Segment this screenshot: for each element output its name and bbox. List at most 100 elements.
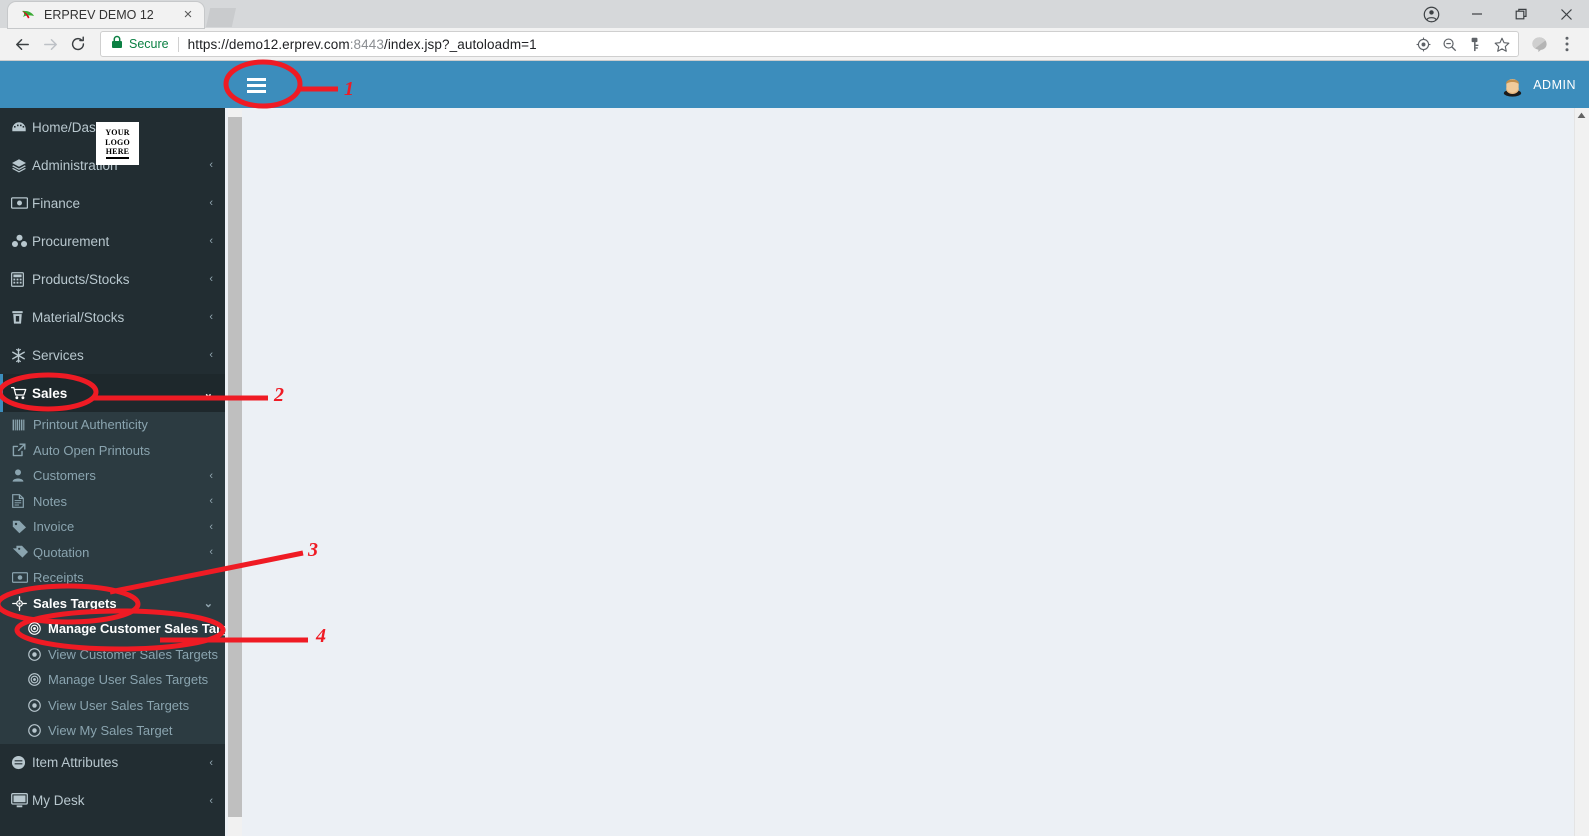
key-icon[interactable] (1468, 37, 1483, 52)
sidebar-item-quotation[interactable]: Quotation ‹ (0, 540, 225, 566)
sidebar-label: Sales (32, 385, 68, 401)
sidebar-item-products-stocks[interactable]: Products/Stocks ‹ (0, 260, 225, 298)
sidebar-label: Quotation (33, 544, 90, 560)
window-controls (1408, 0, 1589, 28)
main-content (242, 108, 1589, 836)
sidebar-item-procurement[interactable]: Procurement ‹ (0, 222, 225, 260)
sidebar-item-receipts[interactable]: Receipts (0, 565, 225, 591)
sidebar-label: Invoice (33, 519, 75, 535)
trash-icon (11, 309, 32, 325)
money-icon (12, 570, 33, 586)
sidebar-item-notes[interactable]: Notes ‹ (0, 489, 225, 515)
sidebar-item-sales[interactable]: Sales ⌄ (0, 374, 225, 412)
omnibox-icons (1416, 37, 1512, 52)
dot-circle-icon (28, 621, 48, 637)
chevron-icon: ‹ (209, 520, 213, 533)
sidebar-label: View Customer Sales Targets (48, 646, 219, 662)
cart-icon (11, 385, 32, 401)
erp-application: ADMIN YOUR LOGO HERE Home/Dashboard Admi… (0, 61, 1589, 836)
sidebar-item-my-desk[interactable]: My Desk ‹ (0, 782, 225, 820)
forward-icon[interactable] (36, 30, 64, 58)
circle-o-icon (28, 646, 48, 662)
close-window-button[interactable] (1544, 0, 1589, 28)
sidebar-label: Auto Open Printouts (33, 442, 151, 458)
user-avatar-icon (1500, 72, 1525, 97)
back-icon[interactable] (8, 30, 36, 58)
calculator-icon (11, 271, 32, 287)
sidebar-label: Procurement (32, 233, 110, 249)
chrome-menu-icon[interactable] (1553, 30, 1581, 58)
desktop-icon (11, 793, 32, 809)
chevron-down-icon: ⌄ (203, 597, 213, 610)
hamburger-icon[interactable] (247, 74, 275, 96)
file-text-icon (12, 493, 33, 509)
erprev-leaf-icon (20, 7, 36, 23)
close-icon[interactable]: × (180, 7, 196, 23)
chevron-down-icon: ⌄ (203, 387, 213, 400)
tags-icon (12, 544, 33, 560)
sidebar-item-sales-targets[interactable]: Sales Targets ⌄ (0, 591, 225, 617)
sidebar-navigation: Home/Dashboard Administration ‹ Finance … (0, 108, 225, 836)
sidebar-label: My Desk (32, 793, 85, 808)
logo[interactable]: YOUR LOGO HERE (96, 122, 139, 165)
url-text: https://demo12.erprev.com:8443/index.jsp… (187, 36, 537, 52)
sidebar-item-finance[interactable]: Finance ‹ (0, 184, 225, 222)
omnibox-divider (177, 36, 179, 52)
layers-icon (11, 157, 32, 173)
sidebar-label: View My Sales Target (48, 723, 173, 739)
sidebar-label: Notes (33, 493, 67, 509)
sidebar-scrollbar-thumb[interactable] (228, 117, 242, 817)
browser-tab[interactable]: ERPREV DEMO 12 × (8, 2, 204, 28)
sidebar-item-view-customer-sales-targets[interactable]: View Customer Sales Targets (0, 642, 225, 668)
chevron-icon: ‹ (209, 546, 213, 559)
sidebar-item-printout-authenticity[interactable]: Printout Authenticity (0, 412, 225, 438)
new-tab-button[interactable] (206, 8, 236, 27)
sidebar-label: Manage User Sales Targets (48, 672, 209, 688)
sidebar-label: Receipts (33, 570, 84, 586)
circle-o-icon (28, 723, 48, 739)
maximize-button[interactable] (1499, 0, 1544, 28)
sidebar-item-material-stocks[interactable]: Material/Stocks ‹ (0, 298, 225, 336)
extension-icon[interactable] (1525, 30, 1553, 58)
lock-icon (111, 35, 123, 54)
reload-icon[interactable] (64, 30, 92, 58)
zoom-out-icon[interactable] (1442, 37, 1457, 52)
user-menu[interactable]: ADMIN (1500, 61, 1576, 108)
sidebar-item-manage-customer-sales-targets[interactable]: Manage Customer Sales Targets (0, 616, 225, 642)
annotation-number-3: 3 (308, 539, 318, 561)
sidebar-item-view-my-sales-target[interactable]: View My Sales Target (0, 718, 225, 744)
minimize-button[interactable] (1454, 0, 1499, 28)
sidebar-label: Finance (32, 195, 81, 211)
sidebar-label: Manage Customer Sales Targets (48, 621, 225, 637)
tab-strip: ERPREV DEMO 12 × (0, 0, 1589, 28)
sidebar-label: Sales Targets (33, 595, 117, 611)
sidebar-item-customers[interactable]: Customers ‹ (0, 463, 225, 489)
sidebar-item-services[interactable]: Services ‹ (0, 336, 225, 374)
chevron-icon: ‹ (209, 495, 213, 508)
chevron-icon: ‹ (209, 197, 213, 209)
money-icon (11, 195, 32, 211)
external-link-icon (12, 442, 33, 458)
sidebar-item-manage-user-sales-targets[interactable]: Manage User Sales Targets (0, 667, 225, 693)
crosshairs-icon (12, 595, 33, 611)
admin-label: ADMIN (1533, 77, 1576, 92)
profile-icon[interactable] (1408, 0, 1454, 28)
sales-targets-submenu: Manage Customer Sales Targets View Custo… (0, 616, 225, 744)
sidebar-item-view-user-sales-targets[interactable]: View User Sales Targets (0, 693, 225, 719)
scroll-up-arrow-icon[interactable] (1574, 108, 1589, 123)
chevron-icon: ‹ (209, 235, 213, 247)
sidebar-item-auto-open-printouts[interactable]: Auto Open Printouts (0, 438, 225, 464)
page-scrollbar-track[interactable] (1574, 108, 1589, 836)
sidebar-item-item-attributes[interactable]: Item Attributes ‹ (0, 744, 225, 782)
sales-submenu: Printout Authenticity Auto Open Printout… (0, 412, 225, 744)
sidebar-item-invoice[interactable]: Invoice ‹ (0, 514, 225, 540)
star-icon[interactable] (1494, 37, 1510, 52)
logo-line-2: LOGO (105, 137, 130, 147)
target-icon[interactable] (1416, 37, 1431, 52)
chevron-icon: ‹ (209, 794, 213, 807)
address-bar[interactable]: Secure https://demo12.erprev.com:8443/in… (100, 31, 1519, 57)
tab-title: ERPREV DEMO 12 (44, 8, 154, 22)
dot-circle-icon (28, 672, 48, 688)
app-header: ADMIN (0, 61, 1589, 108)
sidebar-label: Products/Stocks (32, 271, 130, 287)
